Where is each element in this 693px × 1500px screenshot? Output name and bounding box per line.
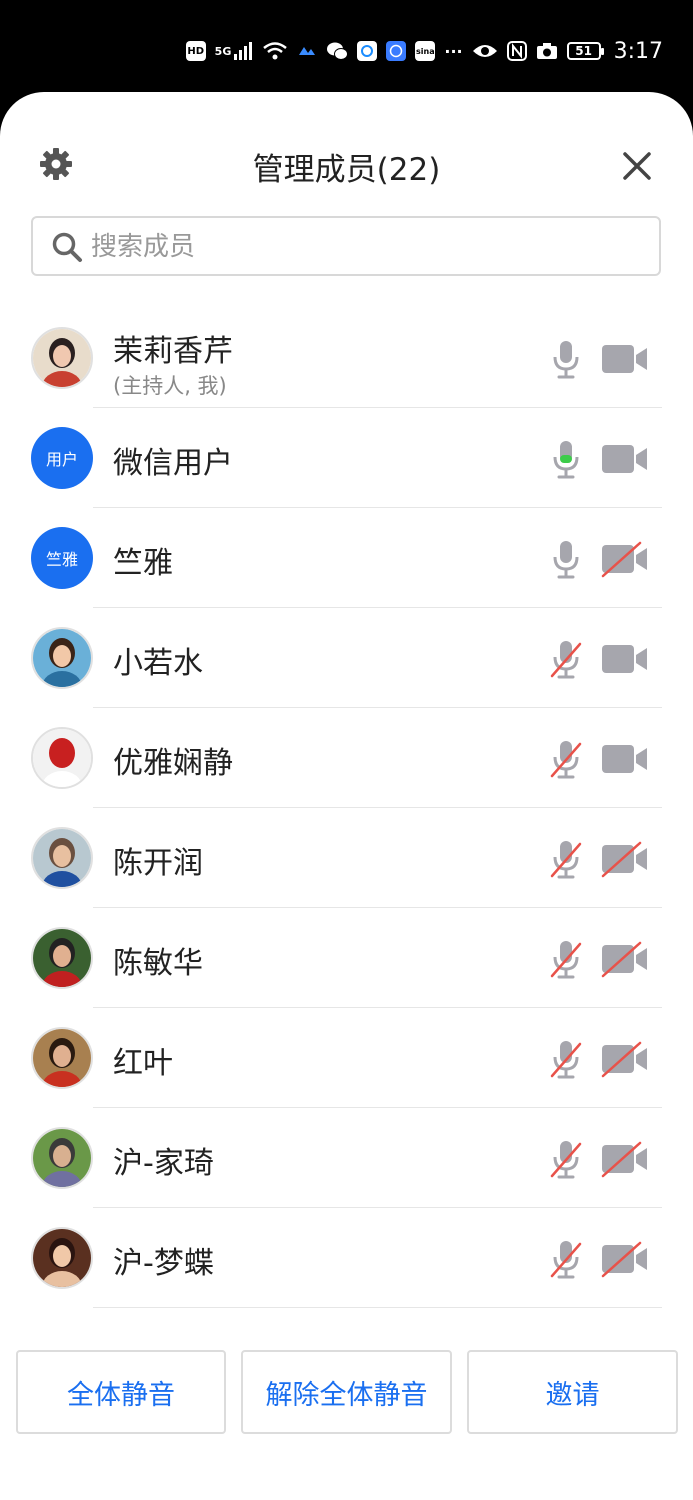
- invite-button[interactable]: 邀请: [467, 1350, 678, 1434]
- avatar: 竺雅: [31, 527, 93, 589]
- member-list: 茉莉香芹 (主持人, 我) 用户 微信用户 竺雅 竺雅 小若水 优雅娴静 陈开润 陈敏华 红叶 沪-家…: [0, 308, 693, 1308]
- member-row[interactable]: 红叶: [0, 1008, 693, 1108]
- camera-icon[interactable]: [600, 640, 650, 678]
- member-name: 茉莉香芹: [113, 334, 233, 369]
- member-row[interactable]: 用户 微信用户: [0, 408, 693, 508]
- camera-off-icon[interactable]: [600, 940, 650, 978]
- member-row[interactable]: 优雅娴静: [0, 708, 693, 808]
- divider: [93, 1307, 662, 1308]
- mic-icon[interactable]: [545, 438, 587, 480]
- hd-icon: HD: [185, 41, 206, 61]
- close-button[interactable]: [619, 148, 655, 184]
- page-title: 管理成员(22): [252, 152, 441, 188]
- chat-app-icon: [357, 41, 378, 61]
- camera-icon[interactable]: [600, 440, 650, 478]
- camera-icon[interactable]: [600, 340, 650, 378]
- avatar-photo: [31, 1227, 93, 1289]
- member-name: 小若水: [113, 646, 203, 681]
- avatar-photo: [31, 1127, 93, 1189]
- network-type: 5G: [214, 44, 232, 58]
- avatar-photo: [31, 1027, 93, 1089]
- weibo-icon: sina: [415, 41, 436, 61]
- close-icon: [623, 152, 651, 180]
- avatar-photo: [31, 327, 93, 389]
- mic-muted-icon[interactable]: [545, 938, 587, 980]
- camera-off-icon[interactable]: [600, 1240, 650, 1278]
- eye-icon: [472, 45, 497, 57]
- member-name: 优雅娴静: [113, 746, 233, 781]
- camera-off-icon[interactable]: [600, 1040, 650, 1078]
- mic-muted-icon[interactable]: [545, 738, 587, 780]
- mic-muted-icon[interactable]: [545, 1038, 587, 1080]
- mic-muted-icon[interactable]: [545, 1238, 587, 1280]
- app-notification-icon: [299, 47, 316, 55]
- mic-icon[interactable]: [545, 538, 587, 580]
- nfc-icon: [506, 41, 527, 61]
- member-name: 竺雅: [113, 546, 173, 581]
- mute-all-button[interactable]: 全体静音: [16, 1350, 226, 1434]
- manage-members-sheet: 管理成员(22) 茉莉香芹(主持人, 我)用户微信用户竺雅竺雅小若水优雅娴静陈开…: [0, 92, 693, 1500]
- search-input[interactable]: [89, 226, 653, 268]
- wechat-icon: [327, 42, 349, 60]
- unmute-all-button[interactable]: 解除全体静音: [241, 1350, 452, 1434]
- member-row[interactable]: 沪-梦蝶: [0, 1208, 693, 1308]
- member-role: (主持人, 我): [113, 374, 227, 398]
- avatar-photo: [31, 627, 93, 689]
- footer-actions: 全体静音 解除全体静音 邀请: [0, 1350, 693, 1440]
- clock: 3:17: [613, 38, 663, 64]
- avatar-photo: [31, 927, 93, 989]
- member-row[interactable]: 竺雅 竺雅: [0, 508, 693, 608]
- camera-off-icon[interactable]: [600, 1140, 650, 1178]
- camera-status-icon: [536, 43, 557, 59]
- status-icons: HD 5G sina ··· 51 3:17: [185, 36, 663, 66]
- signal-icon: 5G: [215, 41, 254, 61]
- camera-off-icon[interactable]: [600, 840, 650, 878]
- status-bar: HD 5G sina ··· 51 3:17: [0, 0, 693, 92]
- member-row[interactable]: 小若水: [0, 608, 693, 708]
- camera-off-icon[interactable]: [600, 540, 650, 578]
- member-row[interactable]: 陈敏华: [0, 908, 693, 1008]
- camera-icon[interactable]: [600, 740, 650, 778]
- more-notifications: ···: [444, 41, 463, 61]
- avatar: 用户: [31, 427, 93, 489]
- mic-muted-icon[interactable]: [545, 1138, 587, 1180]
- avatar-photo: [31, 727, 93, 789]
- mic-muted-icon[interactable]: [545, 638, 587, 680]
- member-row[interactable]: 沪-家琦: [0, 1108, 693, 1208]
- member-name: 陈敏华: [113, 946, 203, 981]
- search-box[interactable]: [31, 216, 661, 276]
- member-name: 沪-家琦: [113, 1146, 214, 1181]
- member-row[interactable]: 陈开润: [0, 808, 693, 908]
- member-name: 沪-梦蝶: [113, 1246, 214, 1281]
- mic-muted-icon[interactable]: [545, 838, 587, 880]
- avatar-photo: [31, 827, 93, 889]
- battery-icon: 51: [566, 42, 604, 60]
- member-name: 微信用户: [113, 446, 233, 481]
- member-row[interactable]: 茉莉香芹 (主持人, 我): [0, 308, 693, 408]
- wifi-icon: [263, 42, 288, 60]
- browser-icon: [386, 41, 407, 61]
- search-icon: [52, 232, 82, 262]
- member-name: 陈开润: [113, 846, 203, 881]
- mic-icon[interactable]: [545, 338, 587, 380]
- member-name: 红叶: [113, 1046, 173, 1081]
